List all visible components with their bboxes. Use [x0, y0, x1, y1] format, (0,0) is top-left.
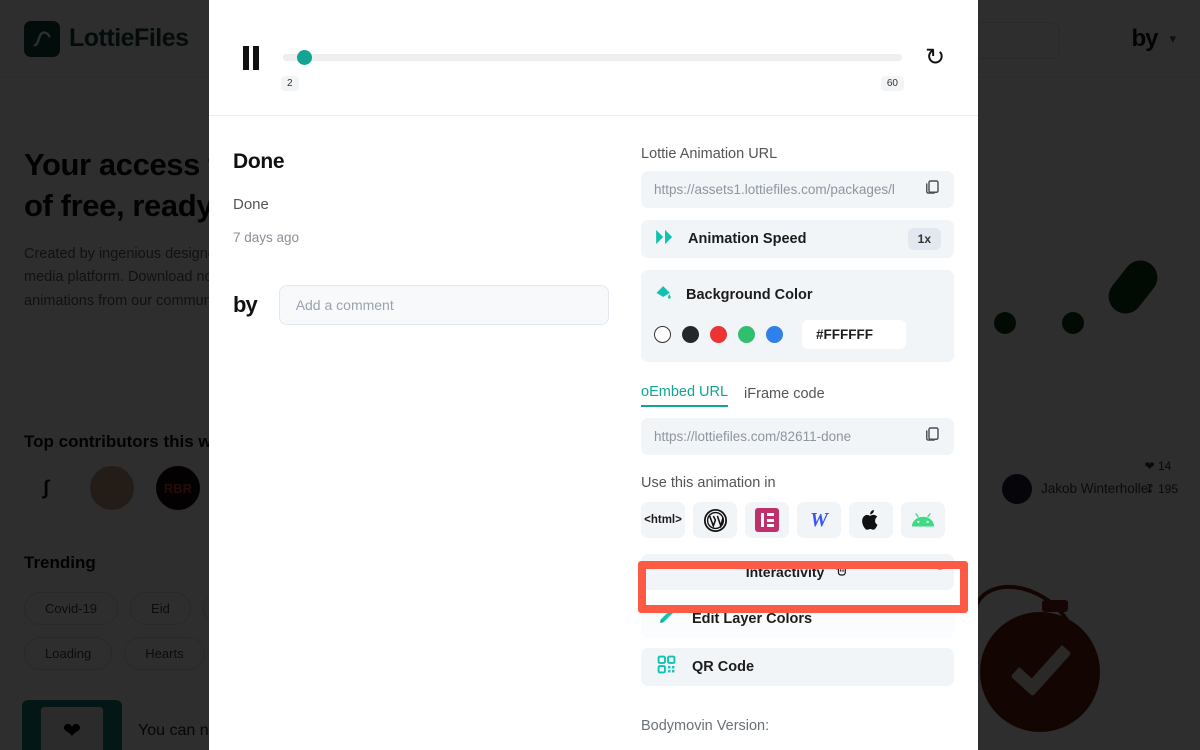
status-badge [936, 562, 944, 570]
animation-speed-value[interactable]: 1x [907, 228, 941, 250]
html-icon[interactable]: <html> [641, 502, 685, 538]
copy-icon[interactable] [923, 425, 941, 448]
embed-tabs: oEmbed URL iFrame code [641, 384, 954, 407]
bodymovin-version: Bodymovin Version: [641, 718, 770, 734]
frame-end-label: 60 [880, 76, 904, 91]
elementor-icon[interactable] [745, 502, 789, 538]
tab-oembed-url[interactable]: oEmbed URL [641, 384, 729, 407]
embed-url-box[interactable]: https://lottiefiles.com/82611-done [641, 418, 954, 455]
paint-bucket-icon [654, 282, 674, 307]
loop-icon[interactable]: ↻ [920, 45, 950, 70]
qr-code-icon [657, 655, 676, 679]
wordpress-icon[interactable] [693, 502, 737, 538]
html-icon-label: <html> [644, 514, 682, 526]
use-animation-label: Use this animation in [641, 475, 776, 491]
color-swatch-white[interactable] [654, 326, 671, 343]
edit-layer-colors-row[interactable]: Edit Layer Colors [641, 600, 954, 638]
qr-code-row[interactable]: QR Code [641, 648, 954, 686]
qr-code-label: QR Code [692, 659, 755, 675]
copy-icon[interactable] [923, 178, 941, 201]
animation-speed-label: Animation Speed [688, 231, 807, 247]
comment-input[interactable] [278, 285, 609, 325]
animation-timestamp: 7 days ago [233, 230, 300, 245]
edit-layer-colors-label: Edit Layer Colors [692, 611, 813, 627]
embed-options-panel: Lottie Animation URL https://assets1.lot… [633, 116, 978, 750]
color-swatch-black[interactable] [682, 326, 699, 343]
avatar: by [233, 292, 258, 317]
pencil-icon [657, 607, 676, 631]
animation-speed-row[interactable]: Animation Speed 1x [641, 220, 954, 258]
cursor-interact-icon [831, 561, 849, 584]
pause-icon[interactable] [237, 45, 265, 70]
background-color-label: Background Color [686, 286, 813, 303]
seek-thumb[interactable] [296, 50, 312, 65]
embed-url-value: https://lottiefiles.com/82611-done [654, 429, 852, 444]
interactivity-row[interactable]: Interactivity [641, 554, 954, 590]
apple-icon[interactable] [849, 502, 893, 538]
animation-url-value: https://assets1.lottiefiles.com/packages… [654, 182, 895, 197]
color-swatch-red[interactable] [710, 326, 727, 343]
color-swatch-blue[interactable] [766, 326, 783, 343]
animation-url-box[interactable]: https://assets1.lottiefiles.com/packages… [641, 171, 954, 208]
tab-iframe-code[interactable]: iFrame code [744, 386, 825, 407]
page-root: LottieFiles by ▾ Your access to the worl… [0, 0, 1200, 750]
animation-details-column: Done Done 7 days ago by [209, 116, 633, 750]
player-toolbar: 2 60 ↻ [209, 0, 978, 116]
hex-color-input[interactable]: #FFFFFF [802, 320, 906, 349]
interactivity-label: Interactivity [745, 564, 825, 580]
seek-track[interactable] [283, 54, 902, 61]
color-swatches: #FFFFFF [654, 320, 941, 349]
animation-title: Done [233, 150, 285, 173]
android-icon[interactable] [901, 502, 945, 538]
animation-detail-modal: 2 60 ↻ Done Done 7 days ago by Lottie An… [209, 0, 978, 750]
modal-body: Done Done 7 days ago by Lottie Animation… [209, 116, 978, 750]
comment-composer: by [233, 285, 609, 325]
color-swatch-green[interactable] [738, 326, 755, 343]
webflow-icon[interactable]: W [797, 502, 841, 538]
animation-description: Done [233, 196, 269, 213]
seek-slider[interactable]: 2 60 [281, 50, 904, 91]
frame-start-label: 2 [281, 76, 299, 91]
platform-list: <html> W [641, 502, 954, 538]
background-color-card: Background Color #FFFFFF [641, 270, 954, 362]
fast-forward-icon [654, 229, 676, 250]
seek-fill [283, 54, 296, 61]
animation-url-label: Lottie Animation URL [641, 146, 778, 162]
